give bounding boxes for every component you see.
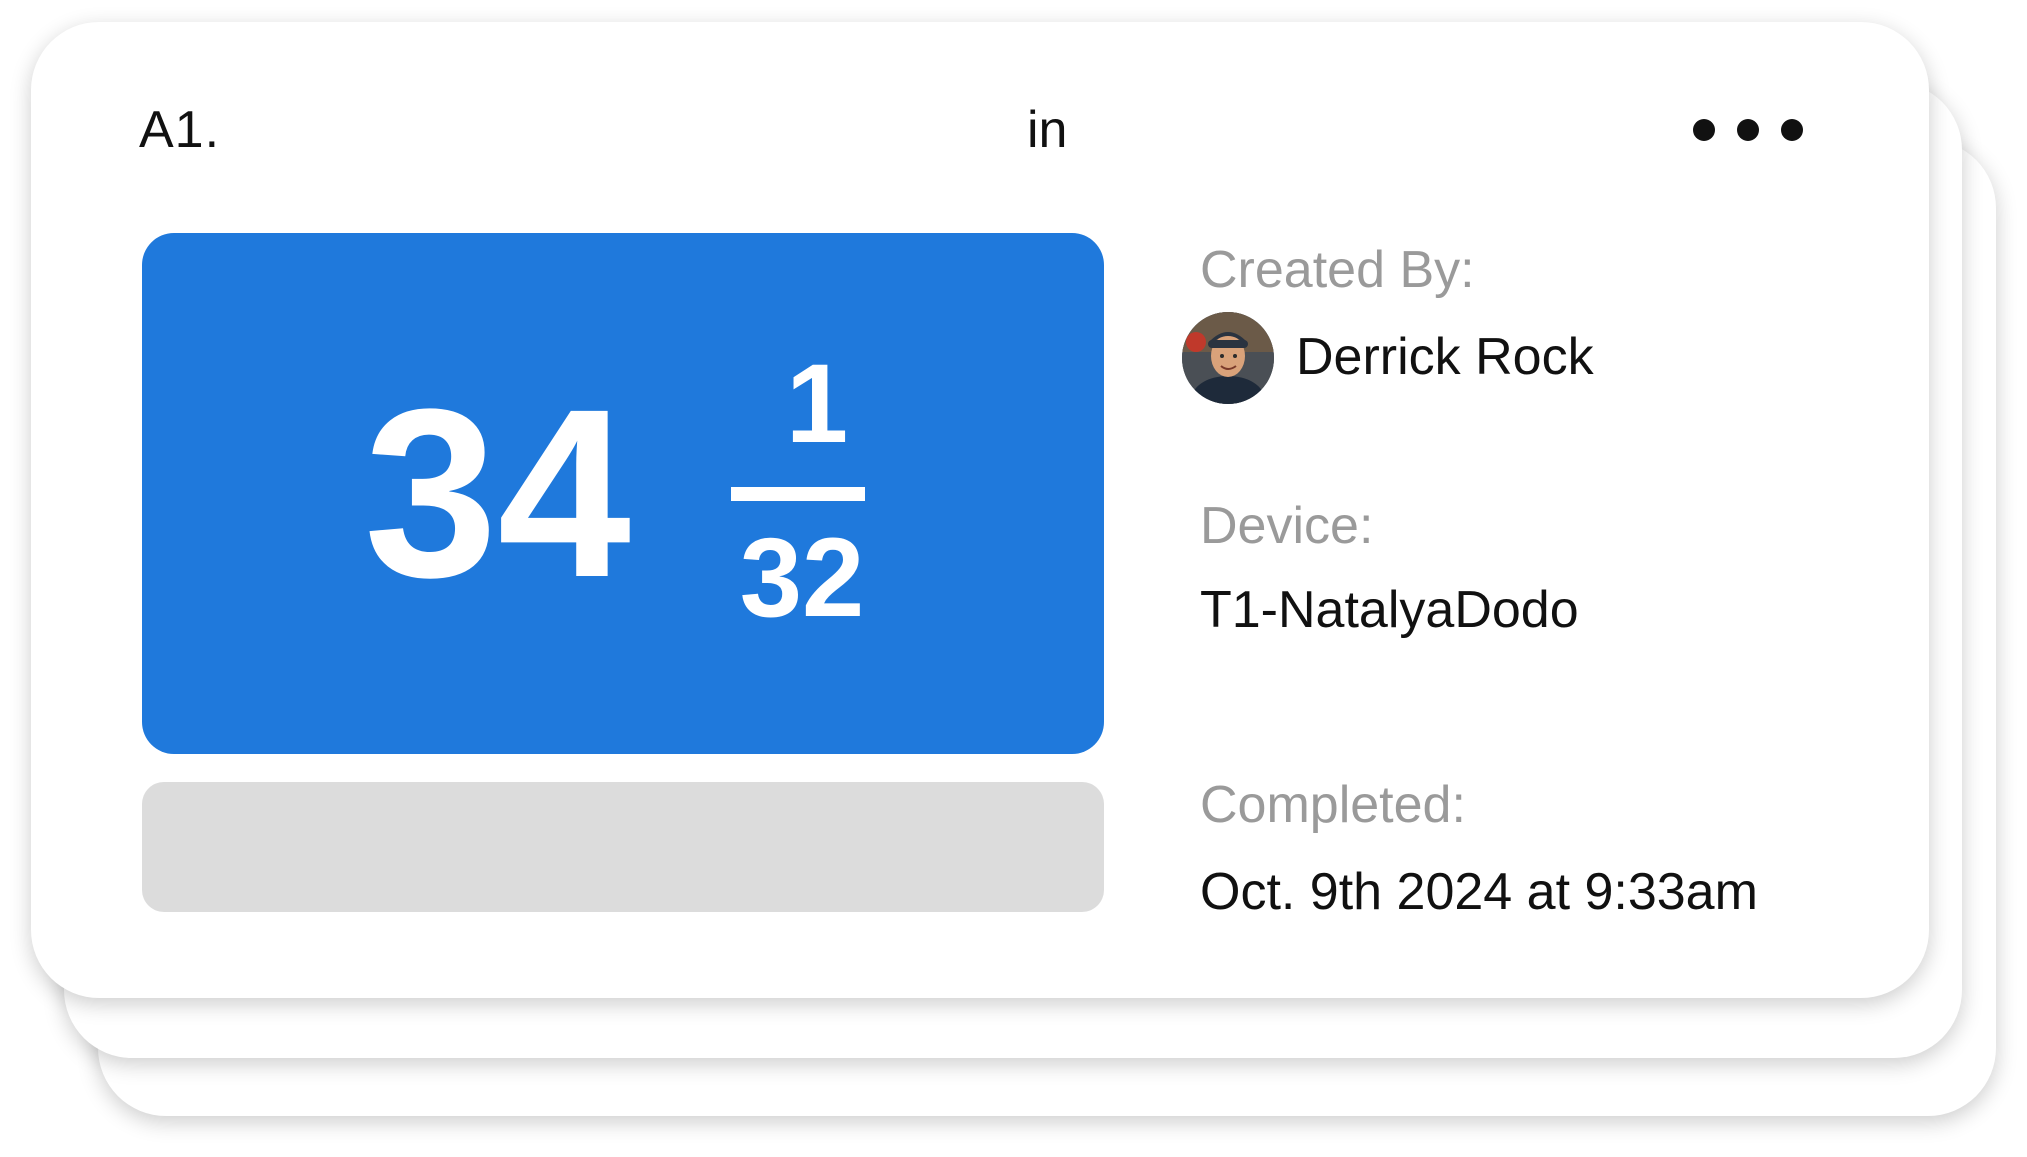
fraction-bar [731, 487, 865, 501]
unit-label: in [1027, 101, 1068, 159]
measurement-value-tile[interactable]: 34 1 32 [142, 233, 1104, 754]
secondary-placeholder-bar [142, 782, 1104, 912]
avatar [1182, 312, 1274, 404]
card-stack: A1. in 34 1 32 Created By: Derrick Rock … [0, 0, 2027, 1157]
measurement-numerator: 1 [785, 341, 849, 466]
completed-label: Completed: [1200, 776, 1466, 834]
device-value: T1-NatalyaDodo [1200, 581, 1579, 639]
more-dot [1781, 119, 1803, 141]
more-dot [1737, 119, 1759, 141]
measurement-denominator: 32 [739, 515, 865, 640]
more-options-icon[interactable] [1693, 110, 1803, 150]
user-avatar-icon [1182, 312, 1274, 404]
measurement-whole: 34 [364, 359, 631, 627]
device-label: Device: [1200, 497, 1374, 555]
created-by-label: Created By: [1200, 241, 1475, 299]
created-by-name: Derrick Rock [1296, 328, 1594, 386]
measurement-ref: A1. [139, 101, 221, 159]
more-dot [1693, 119, 1715, 141]
completed-value: Oct. 9th 2024 at 9:33am [1200, 863, 1758, 921]
